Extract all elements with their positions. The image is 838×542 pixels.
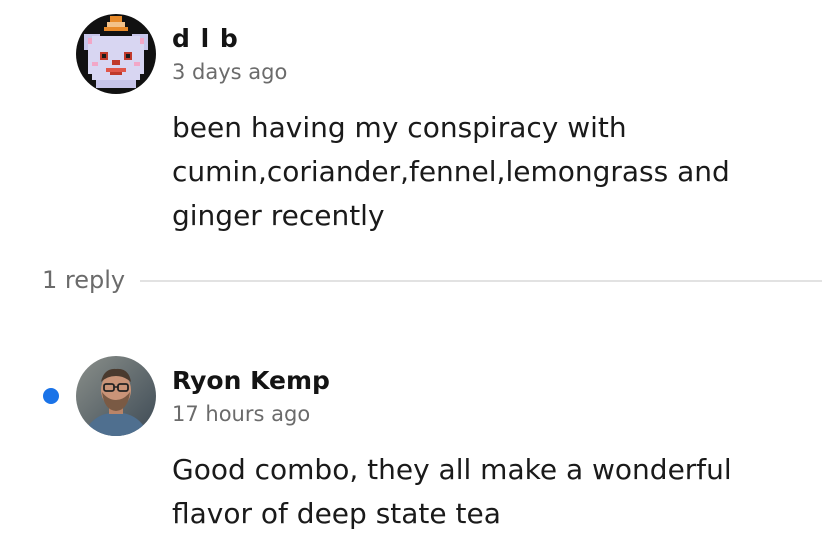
replies-toggle-button[interactable]: 1 reply <box>42 266 125 294</box>
replies-toggle-row: 1 reply <box>0 262 838 302</box>
avatar[interactable] <box>76 356 156 436</box>
pixel-bear-avatar-icon <box>76 14 156 94</box>
reply-divider <box>140 280 822 282</box>
comment-timestamp[interactable]: 17 hours ago <box>172 402 310 426</box>
comment-body: Good combo, they all make a wonderful fl… <box>172 448 732 536</box>
comment-body-line: Good combo, they all make a wonderful <box>172 453 732 486</box>
comment-body-line: cumin,coriander,fennel,lemongrass and <box>172 155 730 188</box>
comment-author[interactable]: Ryon Kemp <box>172 366 330 395</box>
avatar[interactable] <box>76 14 156 94</box>
comment-body: been having my conspiracy with cumin,cor… <box>172 106 730 238</box>
comment-author[interactable]: d l b <box>172 24 239 53</box>
user-photo-avatar-icon <box>76 356 156 436</box>
comment-body-line: ginger recently <box>172 199 385 232</box>
comment-body-line: flavor of deep state tea <box>172 497 501 530</box>
comment-timestamp[interactable]: 3 days ago <box>172 60 287 84</box>
comment-ryon-kemp: Ryon Kemp 17 hours ago Good combo, they … <box>0 340 838 540</box>
comment-body-line: been having my conspiracy with <box>172 111 627 144</box>
comment-dlb: d l b 3 days ago been having my conspira… <box>0 0 838 250</box>
